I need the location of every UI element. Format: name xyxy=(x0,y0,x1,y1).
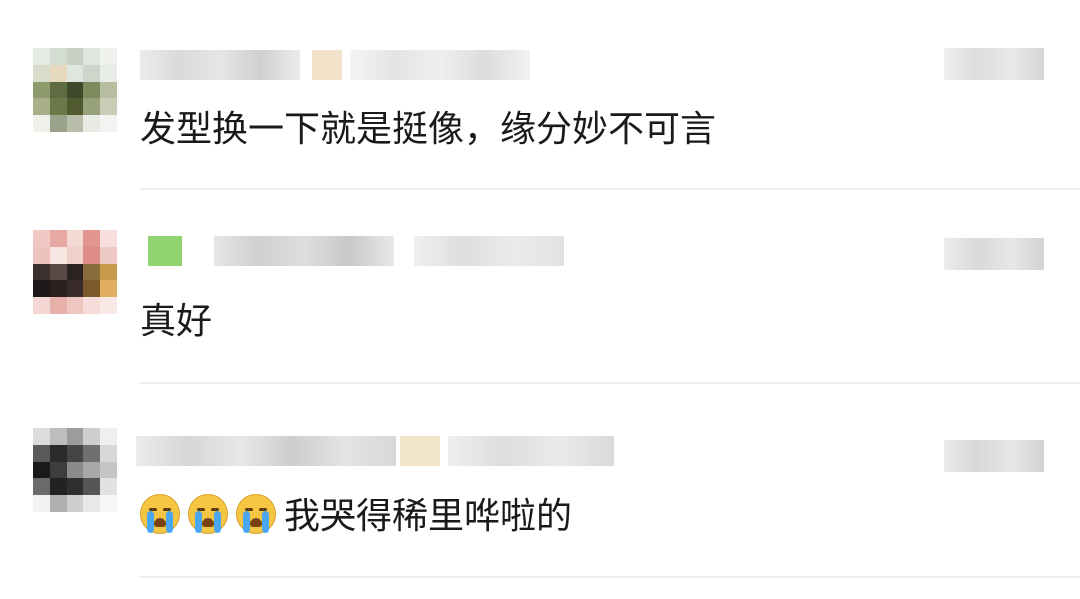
avatar-mosaic-cell xyxy=(33,461,50,479)
avatar-mosaic-cell xyxy=(83,461,101,479)
avatar-mosaic-cell xyxy=(66,48,84,65)
avatar-mosaic-cell xyxy=(33,444,50,462)
avatar-mosaic-cell xyxy=(49,98,67,116)
username-blurred[interactable] xyxy=(136,436,616,466)
username-blurred[interactable] xyxy=(140,50,530,80)
avatar-mosaic-cell xyxy=(83,263,101,281)
comment-text: 我哭得稀里哗啦的 xyxy=(140,494,572,539)
avatar-mosaic-cell xyxy=(100,246,117,264)
avatar[interactable] xyxy=(33,230,117,314)
avatar-mosaic-cell xyxy=(33,495,50,512)
avatar-mosaic-cell xyxy=(100,64,117,82)
avatar-mosaic-cell xyxy=(33,98,50,116)
avatar-mosaic-cell xyxy=(33,64,50,82)
avatar-mosaic-cell xyxy=(83,428,101,445)
avatar-mosaic-cell xyxy=(49,230,67,247)
avatar-mosaic-cell xyxy=(33,428,50,445)
avatar-mosaic-cell xyxy=(49,495,67,512)
avatar-mosaic-cell xyxy=(83,230,101,247)
crying-face-icon xyxy=(236,494,276,534)
avatar-mosaic-cell xyxy=(100,428,117,445)
avatar-mosaic-cell xyxy=(100,297,117,314)
timestamp-blurred xyxy=(944,440,1044,472)
avatar-mosaic-cell xyxy=(100,263,117,281)
avatar-mosaic-cell xyxy=(100,98,117,116)
avatar-mosaic-cell xyxy=(66,98,84,116)
avatar-mosaic-cell xyxy=(83,297,101,314)
avatar-mosaic-cell xyxy=(49,115,67,132)
avatar-mosaic-cell xyxy=(66,115,84,132)
avatar-mosaic-cell xyxy=(33,48,50,65)
avatar-mosaic-cell xyxy=(100,230,117,247)
avatar-mosaic-cell xyxy=(49,478,67,496)
avatar[interactable] xyxy=(33,48,117,132)
avatar-mosaic-cell xyxy=(66,444,84,462)
username-blurred[interactable] xyxy=(148,236,568,266)
avatar-mosaic-cell xyxy=(100,478,117,496)
avatar-mosaic-cell xyxy=(33,263,50,281)
avatar-mosaic-cell xyxy=(66,297,84,314)
avatar-mosaic-cell xyxy=(66,81,84,99)
avatar-mosaic-cell xyxy=(49,461,67,479)
comment-item: 我哭得稀里哗啦的 xyxy=(0,384,1080,578)
avatar-mosaic-cell xyxy=(100,115,117,132)
avatar-mosaic-cell xyxy=(66,461,84,479)
avatar-mosaic-cell xyxy=(49,263,67,281)
avatar-mosaic-cell xyxy=(83,246,101,264)
avatar[interactable] xyxy=(33,428,117,512)
crying-face-icon xyxy=(140,494,180,534)
avatar-mosaic-cell xyxy=(83,115,101,132)
avatar-mosaic-cell xyxy=(83,98,101,116)
avatar-mosaic-cell xyxy=(49,297,67,314)
crying-face-icon xyxy=(188,494,228,534)
avatar-mosaic-cell xyxy=(33,478,50,496)
avatar-mosaic-cell xyxy=(49,280,67,298)
avatar-mosaic-cell xyxy=(83,48,101,65)
avatar-mosaic-cell xyxy=(33,297,50,314)
comment-item: 真好 xyxy=(0,190,1080,384)
avatar-mosaic-cell xyxy=(83,81,101,99)
avatar-mosaic-cell xyxy=(83,444,101,462)
avatar-mosaic-cell xyxy=(66,495,84,512)
comment-text: 发型换一下就是挺像，缘分妙不可言 xyxy=(140,109,717,150)
avatar-mosaic-cell xyxy=(66,428,84,445)
avatar-mosaic-cell xyxy=(49,428,67,445)
avatar-mosaic-cell xyxy=(100,444,117,462)
divider xyxy=(140,576,1080,578)
avatar-mosaic-cell xyxy=(33,230,50,247)
avatar-mosaic-cell xyxy=(33,115,50,132)
avatar-mosaic-cell xyxy=(49,444,67,462)
avatar-mosaic-cell xyxy=(100,461,117,479)
avatar-mosaic-cell xyxy=(83,495,101,512)
avatar-mosaic-cell xyxy=(83,280,101,298)
avatar-mosaic-cell xyxy=(49,64,67,82)
avatar-mosaic-cell xyxy=(49,246,67,264)
avatar-mosaic-cell xyxy=(100,495,117,512)
comment-text-body: 我哭得稀里哗啦的 xyxy=(284,496,573,537)
avatar-mosaic-cell xyxy=(66,263,84,281)
avatar-mosaic-cell xyxy=(66,478,84,496)
avatar-mosaic-cell xyxy=(83,478,101,496)
avatar-mosaic-cell xyxy=(66,280,84,298)
avatar-mosaic-cell xyxy=(100,81,117,99)
avatar-mosaic-cell xyxy=(49,48,67,65)
avatar-mosaic-cell xyxy=(100,280,117,298)
avatar-mosaic-cell xyxy=(66,230,84,247)
comment-item: 发型换一下就是挺像，缘分妙不可言 xyxy=(0,0,1080,190)
timestamp-blurred xyxy=(944,238,1044,270)
comment-text: 真好 xyxy=(140,301,213,342)
avatar-mosaic-cell xyxy=(33,81,50,99)
avatar-mosaic-cell xyxy=(33,280,50,298)
avatar-mosaic-cell xyxy=(49,81,67,99)
timestamp-blurred xyxy=(944,48,1044,80)
avatar-mosaic-cell xyxy=(83,64,101,82)
avatar-mosaic-cell xyxy=(100,48,117,65)
avatar-mosaic-cell xyxy=(66,64,84,82)
avatar-mosaic-cell xyxy=(66,246,84,264)
avatar-mosaic-cell xyxy=(33,246,50,264)
